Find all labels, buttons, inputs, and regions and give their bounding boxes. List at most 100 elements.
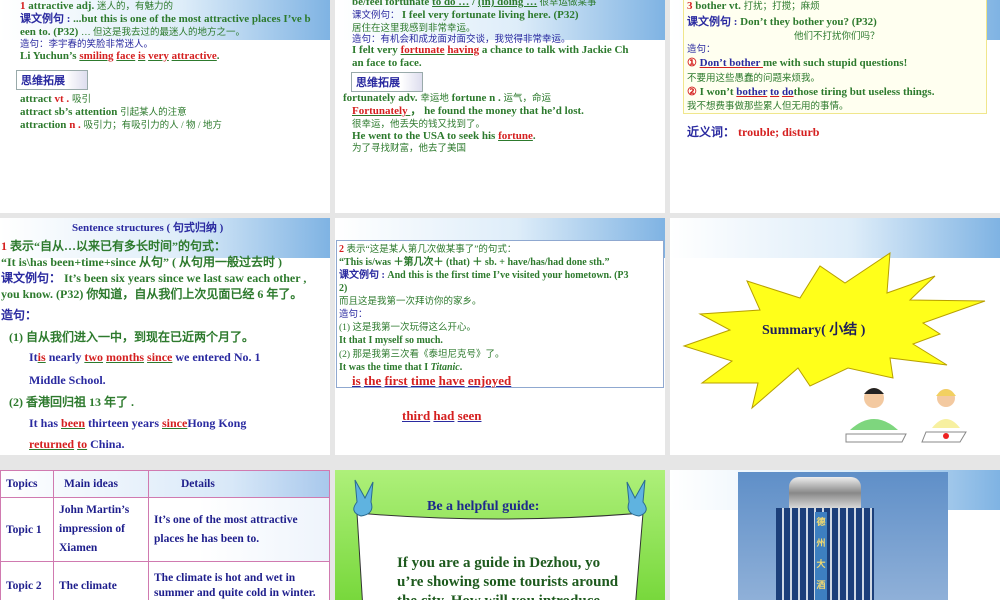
line: (2) 香港回归祖 13 年了 .: [9, 396, 134, 409]
line: 造句：: [1, 309, 37, 322]
text-segment: 课文例句：: [352, 11, 402, 21]
table-header: Topics Main ideas Details: [0, 470, 330, 498]
guide-body: If you are a guide in Dezhou, you’re sho…: [397, 555, 619, 600]
text-segment: 造句：: [339, 310, 368, 320]
text-segment: (1) 自从我们进入一中，到现在已近两个月了。: [9, 330, 254, 344]
text-segment: we entered No. 1: [172, 350, 261, 364]
line: ② I won’t bother to dothose tiring but u…: [687, 86, 934, 99]
text-segment: I felt very: [352, 44, 401, 56]
line: (2) 那是我第三次看《泰坦尼克号》了。: [339, 348, 504, 362]
blank-answer: very: [148, 50, 169, 62]
hotel-sign: 德州大酒店: [815, 512, 827, 600]
text-segment: 近义词：: [687, 125, 739, 139]
line: Itis nearly two months since we entered …: [29, 351, 260, 364]
line: It has been thirteen years sinceHong Kon…: [29, 417, 246, 430]
text-segment: 我不想费事做那些累人但无用的事情。: [687, 102, 849, 112]
header-main-ideas: Main ideas: [53, 470, 149, 498]
text-segment: 引起某人的注意: [120, 108, 187, 118]
text-segment: 3: [687, 0, 696, 12]
text-segment: It that I myself so much.: [339, 335, 443, 346]
blank-answer: face: [116, 50, 136, 62]
slide-summary[interactable]: Summary( 小结 ): [670, 218, 1000, 455]
blank-answer: fortune: [498, 130, 533, 142]
line: 课文例句： I feel very fortunate living here.…: [352, 9, 579, 23]
text-segment: 吸引: [71, 95, 91, 105]
blank-answer: do: [781, 86, 794, 98]
text-segment: (1) 这是我第一次玩得这么开心。: [339, 323, 476, 333]
extension-badge: 思维拓展: [16, 70, 88, 90]
text-segment: you know. (P32) 你知道，自从我们上次见面已经 6 年了。: [1, 287, 303, 301]
text-segment: China.: [87, 437, 125, 451]
text-segment: 他们不打扰你们吗？: [794, 32, 880, 42]
blank-answer: to: [770, 86, 780, 98]
blank-answer: since: [162, 416, 188, 430]
text-segment: those tiring but useless things.: [793, 86, 935, 98]
line: attract vt . 吸引: [20, 93, 91, 107]
slide-bother[interactable]: 3 bother vt. 打扰；打搅；麻烦 课文例句 : Don’t they …: [670, 0, 1000, 213]
text-segment: vt .: [54, 93, 72, 105]
line: 2): [339, 282, 347, 295]
slide-building-photo[interactable]: 德州大酒店: [670, 470, 1000, 600]
text-segment: 造句：李宇春的笑脸非常迷人。: [20, 40, 154, 50]
blank-answer: fortunate: [400, 44, 445, 56]
text-segment: fortunately adv.: [343, 92, 421, 104]
line: 造句：: [339, 308, 368, 322]
text-segment: Hong Kong: [187, 416, 247, 430]
blank-answer: third: [402, 408, 431, 423]
line: It that I myself so much.: [339, 334, 443, 347]
blank-answer: having: [447, 44, 480, 56]
slide-helpful-guide[interactable]: Be a helpful guide: If you are a guide i…: [335, 470, 665, 600]
text-segment: 迷人的，有魅力的: [96, 2, 173, 12]
line: you know. (P32) 你知道，自从我们上次见面已经 6 年了。: [1, 288, 302, 301]
slide-fortunate[interactable]: be/feel fortunate to do … / (in) doing ……: [335, 0, 665, 213]
text-segment: 课文例句 :: [687, 16, 741, 28]
line: “It is\has been+time+since 从句” ( 从句用一般过去…: [1, 256, 282, 269]
line: 造句：: [687, 43, 716, 57]
header-details: Details: [148, 470, 330, 498]
blank-answer: since: [147, 350, 173, 364]
slide-sentence-structures-2[interactable]: 2 表示“这是某人第几次做某事了”的句式： “This is/was ＋第几次＋…: [335, 218, 665, 455]
text-segment: (2) 香港回归祖 13 年了 .: [9, 395, 134, 409]
text-segment: 课文例句 :: [20, 13, 74, 25]
text-segment: 课文例句 :: [339, 270, 388, 281]
cell: The climate: [53, 561, 149, 600]
text-segment: ， he found the money that he’d lost.: [410, 105, 584, 117]
text-segment: 吸引力；有吸引力的人 / 物 / 地方: [83, 121, 222, 131]
cell: The climate is hot and wet in summer and…: [148, 561, 330, 600]
line: 3 bother vt. 打扰；打搅；麻烦: [687, 0, 820, 14]
line: 不要用这些愚蠢的问题来烦我。: [687, 72, 820, 86]
cell: It’s one of the most attractive places h…: [148, 497, 330, 562]
students-illustration: [845, 388, 967, 443]
answers-2: third had seen: [402, 408, 481, 424]
blank-answer: months: [106, 350, 145, 364]
blank-answer: to do …: [432, 0, 470, 8]
blank-answer: Don’t bother: [699, 57, 763, 69]
slide-sentence-structures-1[interactable]: Sentence structures ( 句式归纳 ) 1 表示“自从…以来已…: [0, 218, 330, 455]
text-segment: 2): [339, 283, 348, 294]
line: “This is/was ＋第几次＋ (that) ＋ sb. + have/h…: [339, 256, 609, 269]
line: (1) 自从我们进入一中，到现在已近两个月了。: [9, 331, 254, 344]
text-segment: And this is the first time I’ve visited …: [387, 270, 629, 281]
answers-1: is the first time have enjoyed: [352, 373, 511, 389]
blank-answer: attractive: [171, 50, 217, 62]
slide-topics-table[interactable]: Topics Main ideas Details Topic 1 John M…: [0, 470, 330, 600]
blank-answer: is: [37, 350, 46, 364]
line: attract sb’s attention 引起某人的注意: [20, 106, 187, 120]
line: 他们不打扰你们吗？: [794, 30, 880, 44]
text-segment: 1: [1, 239, 10, 253]
text-segment: attractive adj.: [28, 0, 97, 12]
text-segment: 表示“这是某人第几次做某事了”的句式：: [346, 245, 517, 255]
line: 为了寻找财富，他去了美国: [352, 142, 466, 156]
line: an face to face.: [352, 57, 422, 70]
text-segment: It’s been six years since we last saw ea…: [64, 271, 307, 285]
line: 课文例句 : ...but this is one of the most at…: [20, 13, 311, 26]
text-segment: 打扰；打搅；麻烦: [743, 2, 820, 12]
text-segment: 而且这是我第一次拜访你的家乡。: [339, 297, 482, 307]
text-segment: It: [29, 350, 38, 364]
text-segment: (2) 那是我第三次看《泰坦尼克号》了。: [339, 350, 505, 360]
blank-answer: time: [410, 373, 436, 388]
slide-attractive[interactable]: 1 attractive adj. 迷人的，有魅力的 课文例句 : ...but…: [0, 0, 330, 213]
text-segment: attraction: [20, 119, 70, 131]
text-segment: 表示“自从…以来已有多长时间”的句式：: [10, 239, 227, 253]
text-segment: Don’t they bother you? (P32): [740, 16, 877, 28]
